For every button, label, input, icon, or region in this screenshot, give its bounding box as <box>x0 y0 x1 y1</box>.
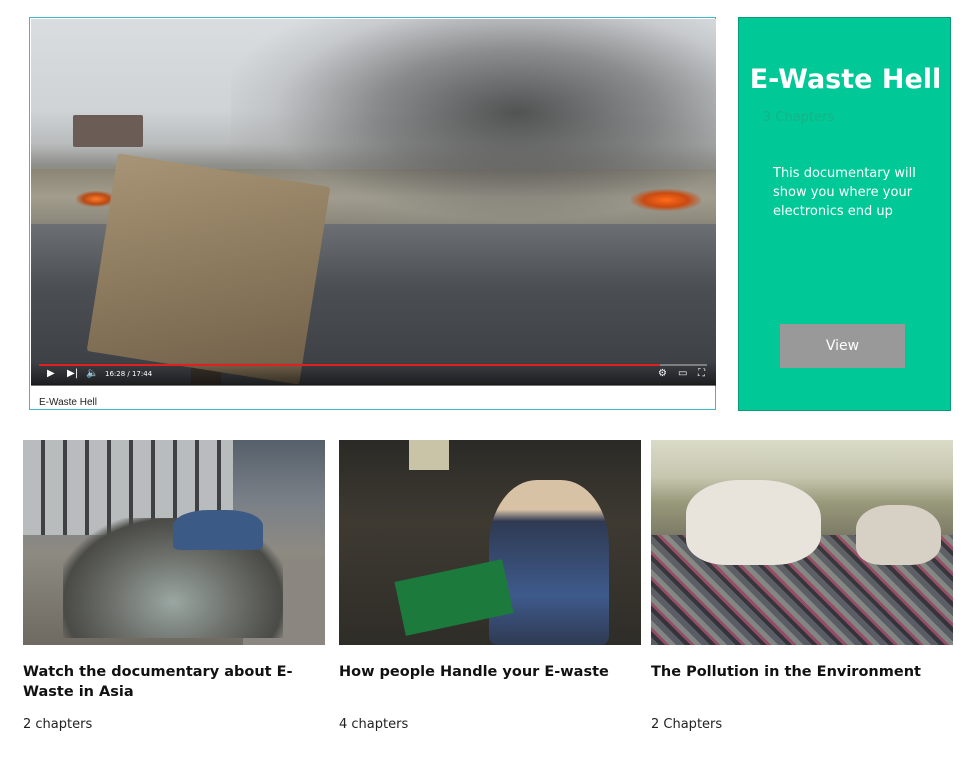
card-chapter-count: 4 chapters <box>339 717 409 732</box>
card-chapter-count: 2 chapters <box>23 717 93 732</box>
next-icon[interactable]: ▶| <box>67 368 78 380</box>
card-image-cow <box>686 480 821 565</box>
promo-chapter-count: 3 Chapters <box>763 110 835 125</box>
video-progress-fill <box>39 364 660 366</box>
card-image[interactable] <box>651 440 953 645</box>
card-image-tarp <box>173 510 263 550</box>
featured-promo-panel: E-Waste Hell 3 Chapters This documentary… <box>738 17 951 411</box>
card-title[interactable]: How people Handle your E-waste <box>339 662 629 682</box>
video-caption: E-Waste Hell <box>39 397 97 408</box>
video-player[interactable] <box>31 19 716 385</box>
card-title[interactable]: The Pollution in the Environment <box>651 662 941 682</box>
view-button[interactable]: View <box>780 324 905 368</box>
card-image-cow <box>856 505 941 565</box>
promo-description: This documentary will show you where you… <box>773 166 916 219</box>
card-title[interactable]: Watch the documentary about E-Waste in A… <box>23 662 313 702</box>
fullscreen-icon[interactable]: ⛶ <box>698 368 705 380</box>
video-time-readout: 16:28 / 17:44 <box>105 370 153 378</box>
card-image-lamp <box>409 440 449 470</box>
card-image[interactable] <box>339 440 641 645</box>
theater-icon[interactable]: ▭ <box>678 368 687 380</box>
volume-icon[interactable]: 🔈 <box>86 368 98 380</box>
video-scene-truck <box>73 115 143 147</box>
video-controls: ▶ ▶| 🔈 16:28 / 17:44 ⚙ ▭ ⛶ <box>31 362 716 386</box>
card-image[interactable] <box>23 440 325 645</box>
video-scene-sign <box>86 153 331 385</box>
video-progress-bar[interactable] <box>39 364 707 366</box>
featured-video-card[interactable]: ▶ ▶| 🔈 16:28 / 17:44 ⚙ ▭ ⛶ E-Waste Hell <box>29 17 716 410</box>
settings-icon[interactable]: ⚙ <box>658 368 667 380</box>
play-icon[interactable]: ▶ <box>47 368 55 380</box>
video-scene-fire-right <box>631 189 701 211</box>
promo-title: E-Waste Hell <box>749 64 942 95</box>
card-chapter-count: 2 Chapters <box>651 717 723 732</box>
card-image-worker <box>489 480 609 645</box>
